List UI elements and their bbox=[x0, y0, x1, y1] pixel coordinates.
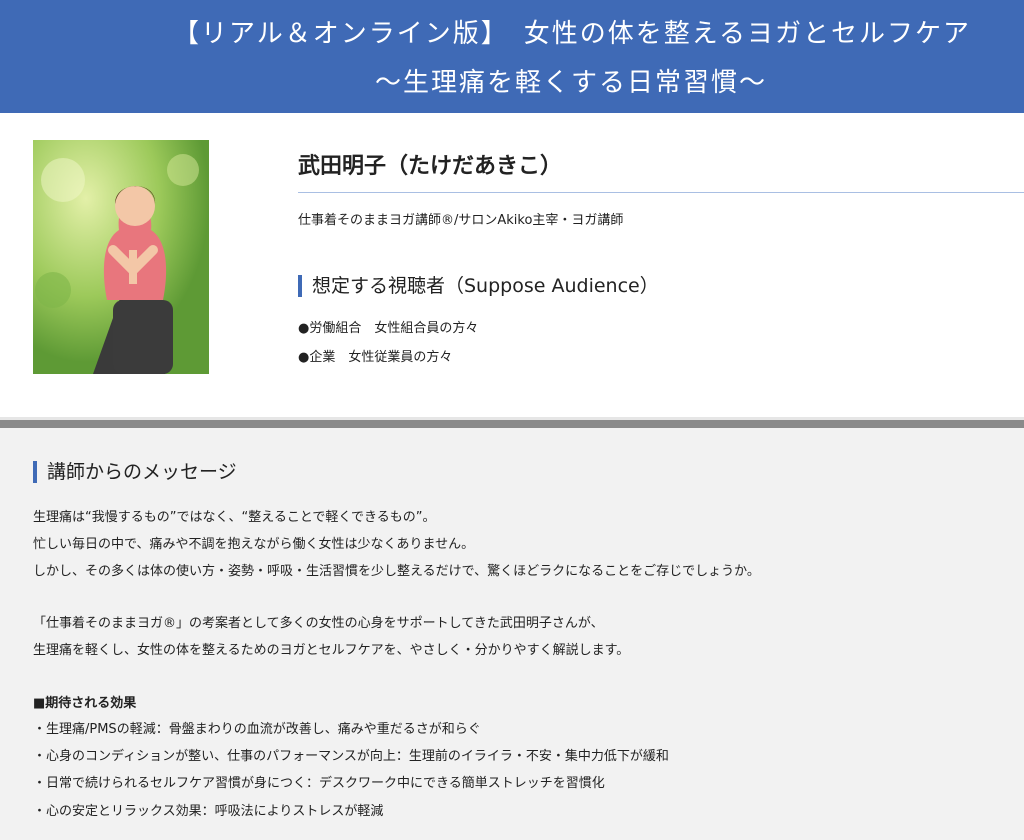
instructor-profile: 武田明子（たけだあきこ） 仕事着そのままヨガ講師®/サロンAkiko主宰・ヨガ講… bbox=[0, 113, 1024, 417]
page-subtitle: 〜生理痛を軽くする日常習慣〜 bbox=[374, 68, 767, 98]
effect-item: ・心の安定とリラックス効果：呼吸法によりストレスが軽減 bbox=[33, 804, 384, 819]
audience-heading: 想定する視聴者（Suppose Audience） bbox=[298, 275, 659, 297]
effects-heading: ■期待される効果 bbox=[33, 696, 137, 711]
effect-item: ・生理痛/PMSの軽減：骨盤まわりの血流が改善し、痛みや重だるさが和らぐ bbox=[33, 722, 481, 737]
message-line: 「仕事着そのままヨガ®」の考案者として多くの女性の心身をサポートしてきた武田明子… bbox=[33, 616, 604, 631]
message-heading: 講師からのメッセージ bbox=[33, 461, 237, 483]
message-line: しかし、その多くは体の使い方・姿勢・呼吸・生活習慣を少し整えるだけで、驚くほどラ… bbox=[33, 564, 760, 579]
audience-item: ●労働組合 女性組合員の方々 bbox=[298, 321, 479, 336]
effect-item: ・心身のコンディションが整い、仕事のパフォーマンスが向上：生理前のイライラ・不安… bbox=[33, 749, 669, 764]
instructor-photo-illustration bbox=[33, 140, 209, 374]
message-line: 忙しい毎日の中で、痛みや不調を抱えながら働く女性は少なくありません。 bbox=[33, 537, 475, 552]
audience-item: ●企業 女性従業員の方々 bbox=[298, 350, 453, 365]
message-line: 生理痛を軽くし、女性の体を整えるためのヨガとセルフケアを、やさしく・分かりやすく… bbox=[33, 643, 630, 658]
instructor-role: 仕事着そのままヨガ講師®/サロンAkiko主宰・ヨガ講師 bbox=[298, 213, 624, 228]
page-title: 【リアル＆オンライン版】 女性の体を整えるヨガとセルフケア bbox=[173, 19, 971, 49]
instructor-photo bbox=[33, 140, 209, 374]
effect-item: ・日常で続けられるセルフケア習慣が身につく：デスクワーク中にできる簡単ストレッチ… bbox=[33, 776, 605, 791]
section-divider bbox=[0, 420, 1024, 428]
name-divider bbox=[298, 192, 1024, 193]
instructor-name: 武田明子（たけだあきこ） bbox=[298, 154, 563, 179]
message-line: 生理痛は“我慢するもの”ではなく、“整えることで軽くできるもの”。 bbox=[33, 510, 436, 525]
title-banner: 【リアル＆オンライン版】 女性の体を整えるヨガとセルフケア 〜生理痛を軽くする日… bbox=[0, 0, 1024, 113]
